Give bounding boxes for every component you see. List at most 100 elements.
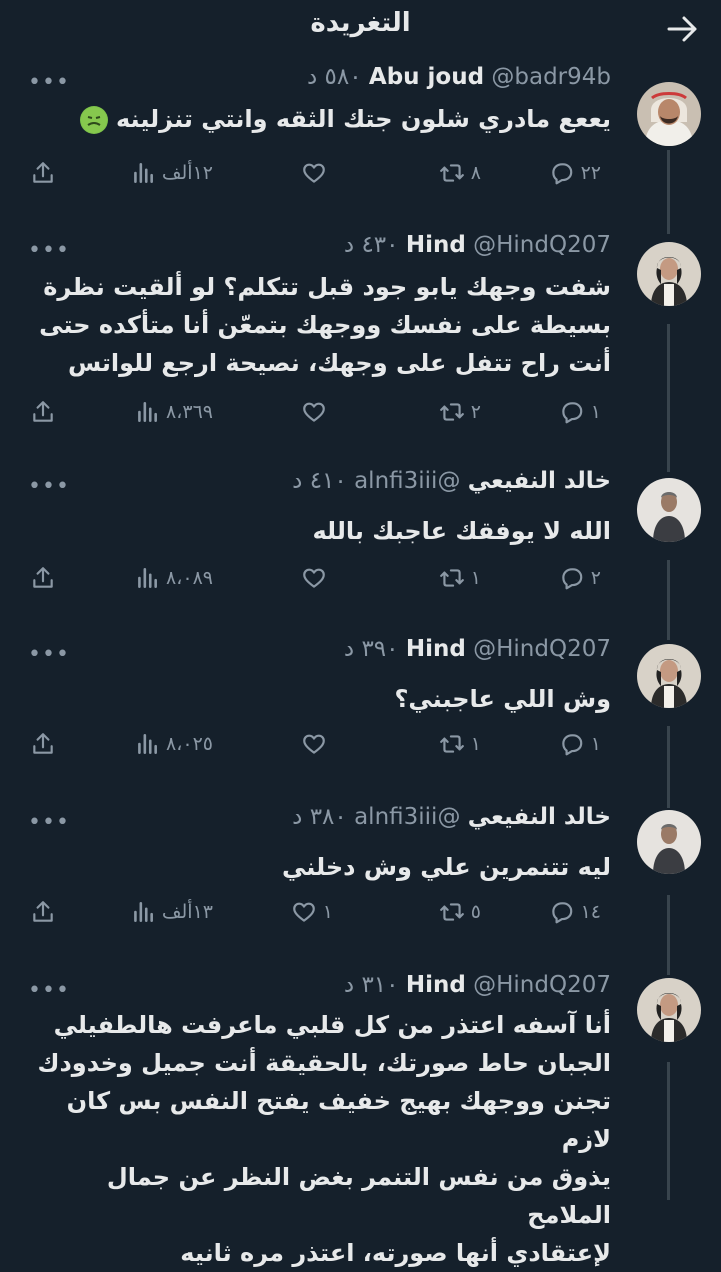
like-button[interactable]: [301, 727, 333, 761]
more-options-icon[interactable]: •••: [28, 238, 70, 263]
avatar[interactable]: [637, 478, 701, 542]
views-button[interactable]: ١٣ألف: [130, 895, 213, 929]
avatar[interactable]: [637, 82, 701, 146]
author-handle[interactable]: @badr94b: [491, 64, 611, 90]
retweet-button[interactable]: ١: [439, 727, 481, 761]
tweet[interactable]: ••• Hind @HindQ207 ٣٩٠ د وش اللي عاجبني؟…: [0, 636, 721, 766]
tweet-time: ٤٣٠ د: [343, 232, 399, 258]
tweet-meta: Hind @HindQ207 ٣٩٠ د: [344, 636, 611, 672]
tweet[interactable]: ••• Abu joud @badr94b ٥٨٠ د يععع مادري ش…: [0, 64, 721, 194]
tweet-text-line: لإعتقادي أنها صورته، اعتذر مره ثانيه: [180, 1239, 611, 1267]
tweet-meta: Hind @HindQ207 ٣١٠ د: [344, 972, 611, 1008]
view-count: ٨،٣٦٩: [166, 401, 213, 423]
like-button[interactable]: ١: [291, 895, 333, 929]
like-button[interactable]: [301, 395, 333, 429]
view-count: ١٢ألف: [161, 162, 213, 184]
reply-button[interactable]: ٢: [559, 561, 601, 595]
author-name[interactable]: Hind: [406, 972, 466, 998]
tweet-time: ٣٩٠ د: [343, 636, 399, 662]
reply-button[interactable]: ١: [559, 395, 601, 429]
tweet-meta: خالد النفيعي @alnfi3iii ٤١٠ د: [292, 468, 611, 504]
tweet-text-content: يععع مادري شلون جتك الثقه وانتي تنزلينه: [116, 105, 611, 133]
tweet-text-content: وش اللي عاجبني؟: [394, 685, 611, 713]
tweet-time: ٣١٠ د: [343, 972, 399, 998]
tweet-meta: خالد النفيعي @alnfi3iii ٣٨٠ د: [292, 804, 611, 840]
author-handle[interactable]: @HindQ207: [473, 636, 611, 662]
retweet-count: ١: [470, 567, 481, 589]
reply-count: ١: [590, 401, 601, 423]
share-button[interactable]: [30, 895, 56, 929]
tweet-time: ٥٨٠ د: [306, 64, 362, 90]
view-count: ٨،٠٢٥: [166, 733, 213, 755]
author-handle[interactable]: @alnfi3iii: [354, 468, 460, 494]
reply-button[interactable]: ١: [559, 727, 601, 761]
share-button[interactable]: [30, 395, 56, 429]
more-options-icon[interactable]: •••: [28, 642, 70, 667]
like-button[interactable]: [301, 156, 333, 190]
tweet-actions: ١٤ ٥ ١ ١٣ألف: [0, 895, 721, 929]
view-count: ١٣ألف: [161, 901, 213, 923]
tweet-text-line: تجنن ووجهك بهيج خفيف يفتح النفس بس كان ل…: [66, 1087, 611, 1153]
tweet[interactable]: ••• خالد النفيعي @alnfi3iii ٣٨٠ د ليه تت…: [0, 804, 721, 934]
tweet-text-line: الجبان حاط صورتك، بالحقيقة أنت جميل وخدو…: [37, 1049, 611, 1077]
header: التغريدة: [0, 0, 721, 56]
tweet-text: الله لا يوفقك عاجبك بالله: [21, 512, 611, 550]
reply-count: ٢٢: [580, 162, 601, 184]
retweet-count: ٨: [470, 162, 481, 184]
reply-button[interactable]: ٢٢: [549, 156, 601, 190]
like-count: ١: [322, 901, 333, 923]
retweet-button[interactable]: ٨: [439, 156, 481, 190]
reply-count: ١: [590, 733, 601, 755]
share-button[interactable]: [30, 727, 56, 761]
tweet-text: يععع مادري شلون جتك الثقه وانتي تنزلينه: [21, 100, 611, 138]
author-name[interactable]: Hind: [406, 232, 466, 258]
views-button[interactable]: ٨،٠٢٥: [134, 727, 213, 761]
retweet-count: ٥: [470, 901, 481, 923]
tweet-text: وش اللي عاجبني؟: [21, 680, 611, 718]
tweet[interactable]: ••• Hind @HindQ207 ٣١٠ د أنا آسفه اعتذر …: [0, 972, 721, 1267]
tweet-actions: ٢ ١ ٨،٠٨٩: [0, 561, 721, 595]
more-options-icon[interactable]: •••: [28, 474, 70, 499]
more-options-icon[interactable]: •••: [28, 70, 70, 95]
author-name[interactable]: Abu joud: [369, 64, 484, 90]
page-title: التغريدة: [310, 8, 411, 38]
tweet-text-line: أنت راح تتفل على وجهك، نصيحة ارجع للواتس: [67, 349, 611, 377]
author-name[interactable]: خالد النفيعي: [468, 468, 611, 494]
retweet-button[interactable]: ٥: [439, 895, 481, 929]
avatar[interactable]: [637, 978, 701, 1042]
more-options-icon[interactable]: •••: [28, 810, 70, 835]
author-handle[interactable]: @HindQ207: [473, 232, 611, 258]
author-name[interactable]: Hind: [406, 636, 466, 662]
tweet-actions: ١ ٢ ٨،٣٦٩: [0, 395, 721, 429]
author-handle[interactable]: @alnfi3iii: [354, 804, 460, 830]
tweet[interactable]: ••• خالد النفيعي @alnfi3iii ٤١٠ د الله ل…: [0, 468, 721, 598]
retweet-button[interactable]: ١: [439, 561, 481, 595]
tweet-text-line: شفت وجهك يابو جود قبل تتكلم؟ لو ألقيت نظ…: [43, 273, 611, 301]
views-button[interactable]: ٨،٣٦٩: [134, 395, 213, 429]
tweet-text-line: يذوق من نفس التنمر بغض النظر عن جمال الم…: [106, 1163, 611, 1229]
reply-button[interactable]: ١٤: [549, 895, 601, 929]
more-options-icon[interactable]: •••: [28, 978, 70, 1003]
views-button[interactable]: ١٢ألف: [130, 156, 213, 190]
avatar[interactable]: [637, 810, 701, 874]
retweet-count: ١: [470, 733, 481, 755]
views-button[interactable]: ٨،٠٨٩: [134, 561, 213, 595]
back-arrow-icon[interactable]: [665, 12, 699, 46]
share-button[interactable]: [30, 561, 56, 595]
tweet-text-content: ليه تتنمرين علي وش دخلني: [281, 853, 611, 881]
tweet-text-content: الله لا يوفقك عاجبك بالله: [312, 517, 611, 545]
reply-count: ١٤: [580, 901, 601, 923]
tweet-text-line: أنا آسفه اعتذر من كل قلبي ماعرفت هالطفيل…: [53, 1011, 611, 1039]
retweet-button[interactable]: ٢: [439, 395, 481, 429]
avatar[interactable]: [637, 644, 701, 708]
author-name[interactable]: خالد النفيعي: [468, 804, 611, 830]
tweet-text: شفت وجهك يابو جود قبل تتكلم؟ لو ألقيت نظ…: [21, 268, 611, 382]
tweet-text: أنا آسفه اعتذر من كل قلبي ماعرفت هالطفيل…: [21, 1006, 611, 1272]
like-button[interactable]: [301, 561, 333, 595]
author-handle[interactable]: @HindQ207: [473, 972, 611, 998]
share-button[interactable]: [30, 156, 56, 190]
tweet[interactable]: ••• Hind @HindQ207 ٤٣٠ د شفت وجهك يابو ج…: [0, 232, 721, 442]
avatar[interactable]: [637, 242, 701, 306]
tweet-text-line: بسيطة على نفسك ووجهك بتمعّن أنا متأكده ح…: [39, 311, 611, 339]
retweet-count: ٢: [470, 401, 481, 423]
